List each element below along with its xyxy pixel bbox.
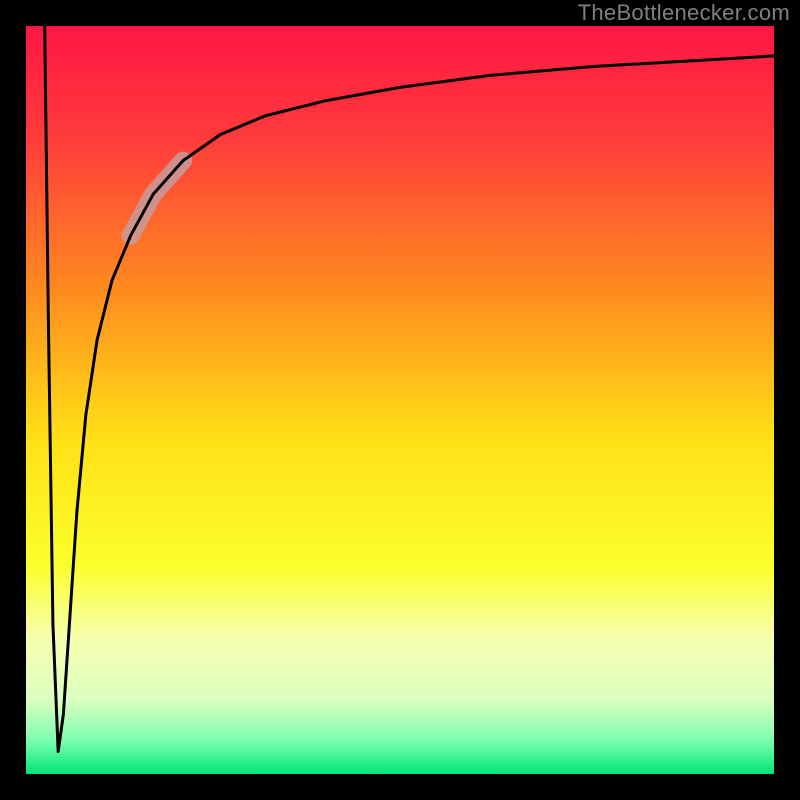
bottleneck-chart — [0, 0, 800, 800]
watermark-text: TheBottlenecker.com — [578, 0, 790, 26]
gradient-background — [26, 26, 774, 774]
plot-area — [26, 26, 774, 774]
chart-container: TheBottlenecker.com — [0, 0, 800, 800]
